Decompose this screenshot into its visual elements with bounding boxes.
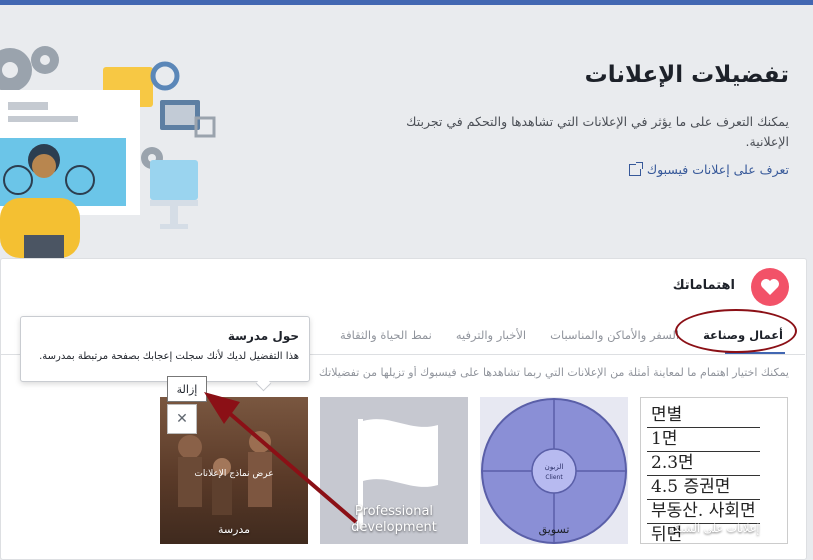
interests-title: اهتماماتك	[672, 278, 735, 293]
tab-news-entertainment[interactable]: الأخبار والترفيه	[444, 322, 538, 352]
learn-about-ads-link[interactable]: تعرف على إعلانات فيسبوك	[628, 161, 789, 177]
page-description: يمكنك التعرف على ما يؤثر في الإعلانات ال…	[406, 114, 789, 149]
annotation-oval	[675, 309, 797, 353]
page-title: تفضيلات الإعلانات	[584, 62, 789, 88]
diagram-center-label: الزبون	[545, 463, 564, 471]
tile-label: إعلانات على الشبكة	[668, 522, 760, 535]
interest-tile-professional-development[interactable]: Professional development	[320, 397, 468, 544]
interest-info-tooltip: حول مدرسة هذا التفضيل لديك لأنك سجلت إعج…	[20, 316, 310, 382]
korean-line: 4.5 증권면	[647, 476, 760, 500]
tooltip-description: هذا التفضيل لديك لأنك سجلت إعجابك بصفحة …	[39, 351, 299, 362]
marketing-mix-diagram: الزبون Client	[481, 398, 627, 544]
tile-label: Professional development	[351, 504, 437, 535]
view-ad-samples-text[interactable]: عرض نماذج الإعلانات	[160, 469, 308, 479]
korean-line: 2.3면	[647, 452, 760, 476]
external-link-icon	[628, 161, 643, 176]
remove-tooltip: إزالة	[167, 376, 207, 402]
korean-line: 1면	[647, 428, 760, 452]
tab-lifestyle-culture[interactable]: نمط الحياة والثقافة	[328, 322, 444, 352]
tile-label: مدرسة	[217, 523, 251, 536]
tab-travel-places-events[interactable]: السفر والأماكن والمناسبات	[538, 322, 691, 352]
heart-icon	[751, 268, 789, 306]
korean-line: 면별	[647, 404, 760, 428]
ad-preferences-illustration	[0, 46, 216, 260]
learn-about-ads-label[interactable]: تعرف على إعلانات فيسبوك	[647, 162, 789, 177]
remove-interest-button[interactable]: ✕	[167, 404, 197, 434]
top-bar	[0, 0, 813, 5]
korean-line: 부동산. 사회면	[647, 500, 760, 524]
interests-intro: يمكنك اختيار اهتمام ما لمعاينة أمثلة من …	[318, 366, 789, 379]
tooltip-title: حول مدرسة	[227, 329, 299, 343]
diagram-center-en: Client	[545, 474, 563, 481]
tile-label: تسويق	[538, 523, 570, 536]
interest-tile-marketing[interactable]: الزبون Client تسويق	[480, 397, 628, 544]
interest-tile-online-ads[interactable]: 면별 1면 2.3면 4.5 증권면 부동산. 사회면 뒤면 إعلانات ع…	[640, 397, 788, 544]
